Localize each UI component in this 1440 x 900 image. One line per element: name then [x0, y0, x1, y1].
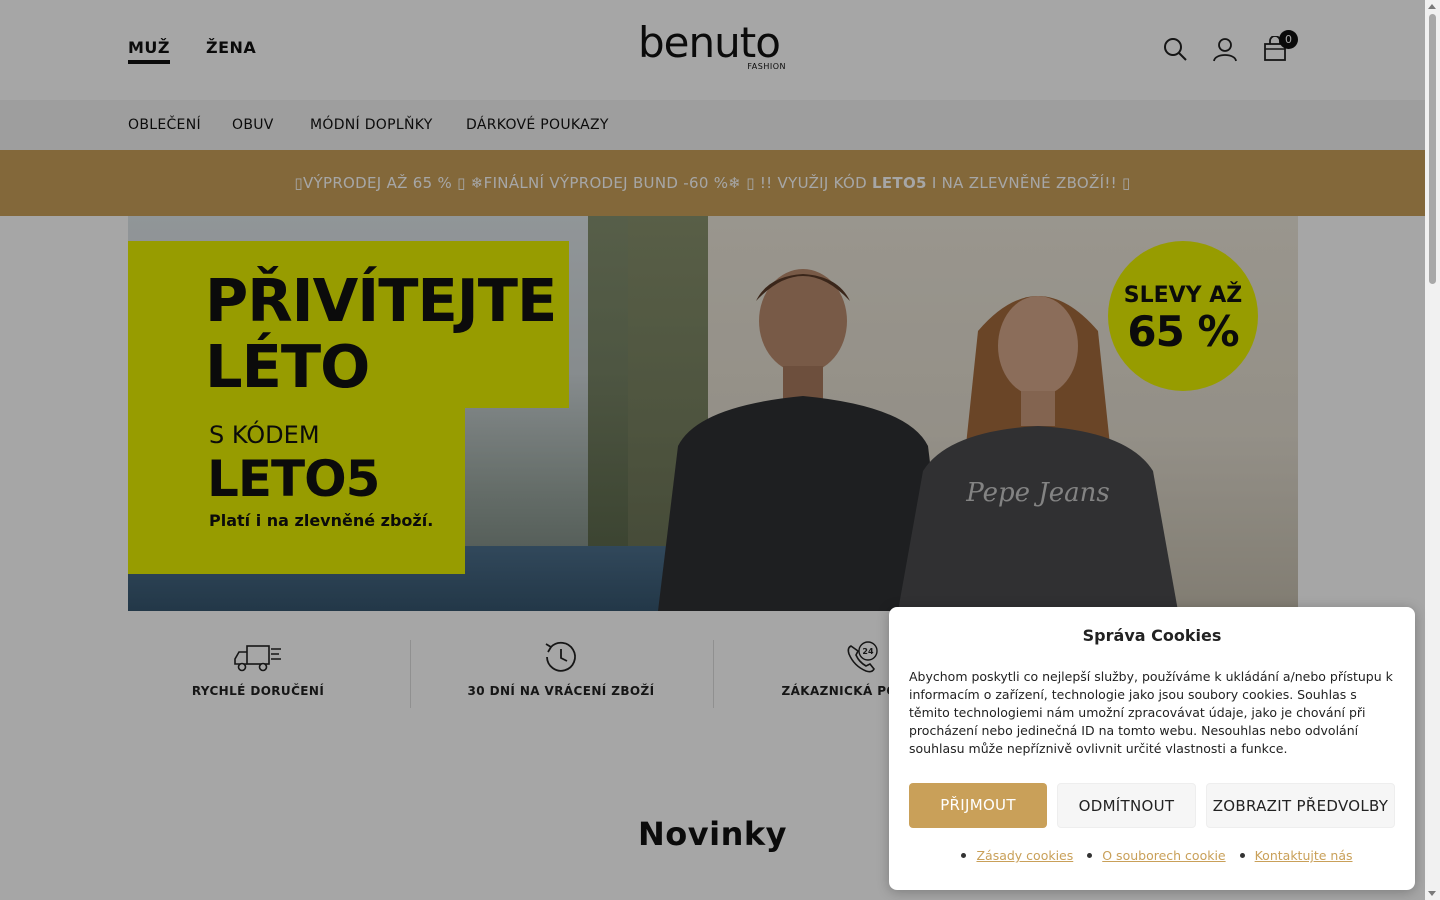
scrollbar-thumb[interactable]	[1429, 14, 1436, 284]
cookie-policy-link[interactable]: Zásady cookies	[976, 848, 1073, 863]
page-scrollbar[interactable]	[1425, 0, 1440, 900]
bullet-dot	[1239, 853, 1245, 858]
show-preferences-button[interactable]: ZOBRAZIT PŘEDVOLBY	[1206, 783, 1395, 828]
bullet-dot	[961, 853, 967, 858]
cookie-dialog-title: Správa Cookies	[1082, 626, 1222, 645]
scroll-up-arrow[interactable]	[1428, 4, 1436, 9]
scroll-down-arrow[interactable]	[1428, 891, 1436, 896]
about-cookies-link[interactable]: O souborech cookie	[1102, 848, 1225, 863]
accept-cookies-button[interactable]: PŘIJMOUT	[909, 783, 1047, 828]
contact-link[interactable]: Kontaktujte nás	[1255, 848, 1353, 863]
cookie-dialog-text: Abychom poskytli co nejlepší služby, pou…	[909, 669, 1393, 756]
bullet-dot	[1087, 853, 1093, 858]
deny-cookies-button[interactable]: ODMÍTNOUT	[1057, 783, 1196, 828]
cookie-dialog: Správa Cookies Abychom poskytli co nejle…	[889, 607, 1415, 890]
cookie-links: Zásady cookies O souborech cookie Kontak…	[889, 848, 1415, 863]
